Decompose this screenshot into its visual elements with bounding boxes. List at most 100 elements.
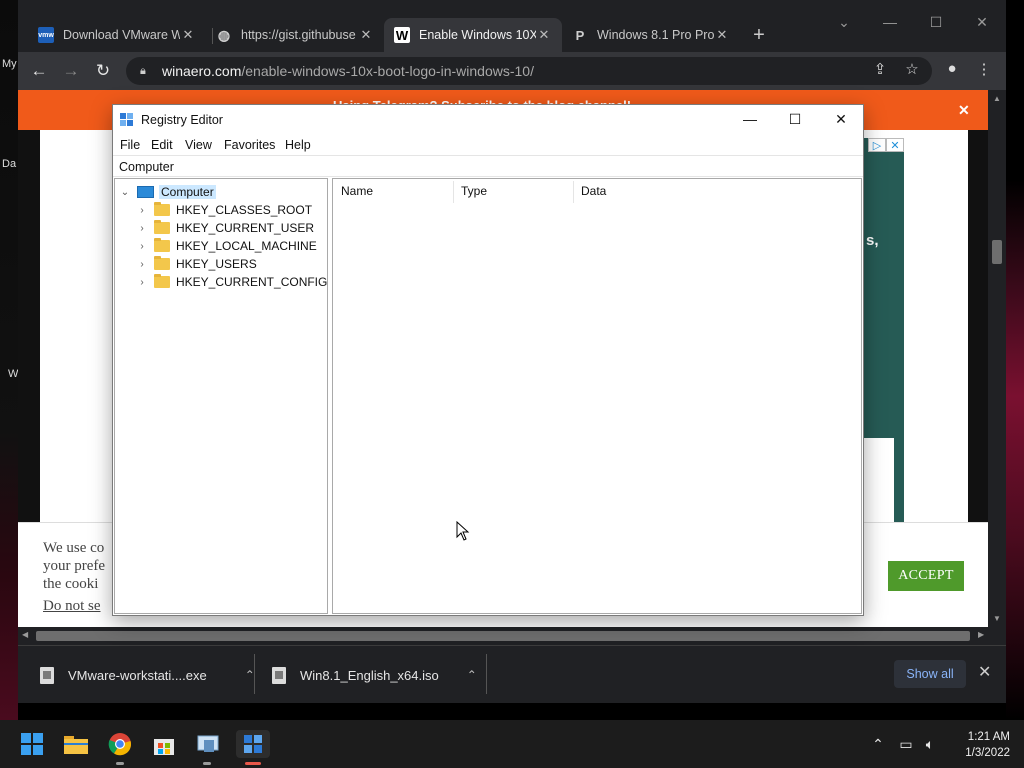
chevron-up-icon[interactable]: ⌃ [868, 736, 888, 753]
menu-favorites[interactable]: Favorites [224, 138, 275, 152]
chevron-up-icon[interactable]: ⌃ [467, 668, 477, 682]
column-header-data[interactable]: Data [581, 184, 606, 198]
close-icon[interactable]: ✕ [958, 102, 970, 119]
reload-button[interactable]: ↻ [92, 60, 114, 82]
url-host: winaero.com [162, 63, 242, 79]
address-bar[interactable]: 🔒︎ winaero.com /enable-windows-10x-boot-… [126, 57, 932, 85]
menu-view[interactable]: View [185, 138, 212, 152]
tab-gist[interactable]: ◍ https://gist.githubuse ✕ [206, 18, 384, 52]
chevron-right-icon[interactable]: › [136, 205, 148, 216]
monitor-icon [197, 735, 219, 752]
folder-icon [154, 202, 170, 216]
close-window-button[interactable]: ✕ [831, 111, 851, 128]
maximize-button[interactable]: ☐ [926, 14, 946, 31]
share-icon[interactable]: ⇪ [870, 60, 890, 78]
system-clock[interactable]: 1:21 AM 1/3/2022 [950, 729, 1010, 761]
close-icon[interactable]: ✕ [714, 27, 730, 43]
scroll-thumb[interactable] [992, 240, 1002, 264]
close-icon[interactable]: ✕ [536, 27, 552, 43]
tab-winaero[interactable]: W Enable Windows 10X ✕ [384, 18, 562, 52]
tab-pinterest[interactable]: P Windows 8.1 Pro Pro ✕ [562, 18, 740, 52]
horizontal-scrollbar[interactable]: ◀ ▶ [18, 627, 1006, 645]
chevron-right-icon[interactable]: › [136, 259, 148, 270]
menu-kebab-icon[interactable]: ⋮ [974, 60, 994, 78]
folder-icon [154, 238, 170, 252]
scroll-up-icon[interactable]: ▲ [992, 94, 1002, 103]
desktop-label-3: W [8, 368, 19, 380]
active-indicator [245, 762, 261, 765]
chrome-logo-icon [108, 733, 132, 756]
menu-help[interactable]: Help [285, 138, 311, 152]
close-icon[interactable]: ✕ [358, 27, 374, 43]
tree-label: HKEY_CURRENT_CONFIG [176, 275, 328, 289]
desktop-background-left: My Da W [0, 0, 18, 720]
menu-edit[interactable]: Edit [151, 138, 173, 152]
column-header-name[interactable]: Name [341, 184, 373, 198]
tree-node-hkcc[interactable]: › HKEY_CURRENT_CONFIG [136, 273, 327, 291]
adchoices-icon: ▷ [868, 138, 886, 152]
column-divider[interactable] [573, 181, 574, 203]
tab-strip: vmw Download VMware W ✕ ◍ https://gist.g… [18, 0, 1006, 52]
microsoft-store-icon [154, 739, 174, 755]
download-item-iso[interactable]: Win8.1_English_x64.iso ⌃ [272, 657, 477, 693]
chevron-right-icon[interactable]: › [136, 223, 148, 234]
show-all-button[interactable]: Show all [894, 660, 966, 688]
column-divider[interactable] [453, 181, 454, 203]
chevron-right-icon[interactable]: › [136, 241, 148, 252]
close-window-button[interactable]: ✕ [972, 14, 992, 31]
regedit-app-icon [120, 113, 134, 127]
minimize-button[interactable]: — [740, 111, 760, 127]
regedit-address-bar[interactable]: Computer [113, 155, 863, 177]
scroll-down-icon[interactable]: ▼ [992, 614, 1002, 623]
tree-node-hkcr[interactable]: › HKEY_CLASSES_ROOT [136, 201, 312, 219]
download-item-vmware[interactable]: VMware-workstati....exe ⌃ [40, 657, 255, 693]
tree-label: HKEY_LOCAL_MACHINE [176, 239, 317, 253]
running-indicator [203, 762, 211, 765]
tree-node-hkcu[interactable]: › HKEY_CURRENT_USER [136, 219, 314, 237]
chrome-icon[interactable] [106, 730, 134, 758]
tree-node-hklm[interactable]: › HKEY_LOCAL_MACHINE [136, 237, 317, 255]
profile-icon[interactable]: ● [942, 60, 962, 77]
vmware-icon: vmw [38, 27, 54, 43]
file-explorer-icon[interactable] [62, 730, 90, 758]
vm-app-icon[interactable] [194, 730, 222, 758]
minimize-button[interactable]: — [880, 14, 900, 30]
cookie-line: your prefe [43, 558, 106, 574]
accept-cookies-button[interactable]: ACCEPT [888, 561, 964, 591]
close-icon[interactable]: ✕ [978, 662, 991, 682]
back-button[interactable]: ← [28, 60, 50, 82]
menu-file[interactable]: File [120, 138, 140, 152]
new-tab-button[interactable]: + [748, 24, 770, 46]
tab-search-icon[interactable]: ⌄ [834, 14, 854, 31]
tree-node-hku[interactable]: › HKEY_USERS [136, 255, 257, 273]
vertical-scrollbar[interactable]: ▲ ▼ [988, 90, 1006, 627]
ad-choices-badge[interactable]: ▷ ✕ [868, 138, 904, 152]
forward-button[interactable]: → [60, 60, 82, 82]
url-path: /enable-windows-10x-boot-logo-in-windows… [241, 63, 534, 79]
chevron-down-icon[interactable]: ⌄ [119, 187, 131, 198]
folder-icon [154, 256, 170, 270]
store-icon[interactable] [150, 730, 178, 758]
column-header-type[interactable]: Type [461, 184, 487, 198]
page-margin-left [18, 130, 40, 570]
regedit-titlebar[interactable]: Registry Editor — ☐ ✕ [113, 105, 863, 135]
tab-title: Enable Windows 10X [419, 28, 536, 42]
file-icon [272, 666, 286, 684]
tree-node-computer[interactable]: ⌄ Computer [119, 183, 216, 201]
volume-icon[interactable]: 🔈︎ [920, 736, 940, 753]
maximize-button[interactable]: ☐ [785, 111, 805, 128]
scroll-thumb[interactable] [36, 631, 970, 641]
regedit-taskbar-icon[interactable] [236, 730, 270, 758]
tab-vmware[interactable]: vmw Download VMware W ✕ [28, 18, 206, 52]
bookmark-star-icon[interactable]: ☆ [902, 60, 922, 78]
close-icon[interactable]: ✕ [180, 27, 196, 43]
chevron-right-icon[interactable]: › [136, 277, 148, 288]
scroll-right-icon[interactable]: ▶ [978, 630, 984, 639]
registry-values-list[interactable]: Name Type Data [332, 178, 862, 614]
download-shelf: VMware-workstati....exe ⌃ Win8.1_English… [18, 645, 1006, 703]
network-icon[interactable]: ▭ [896, 736, 916, 753]
start-icon[interactable] [18, 730, 46, 758]
scroll-left-icon[interactable]: ◀ [22, 630, 28, 639]
close-icon[interactable]: ✕ [886, 138, 904, 152]
do-not-sell-link[interactable]: Do not se [43, 598, 113, 615]
